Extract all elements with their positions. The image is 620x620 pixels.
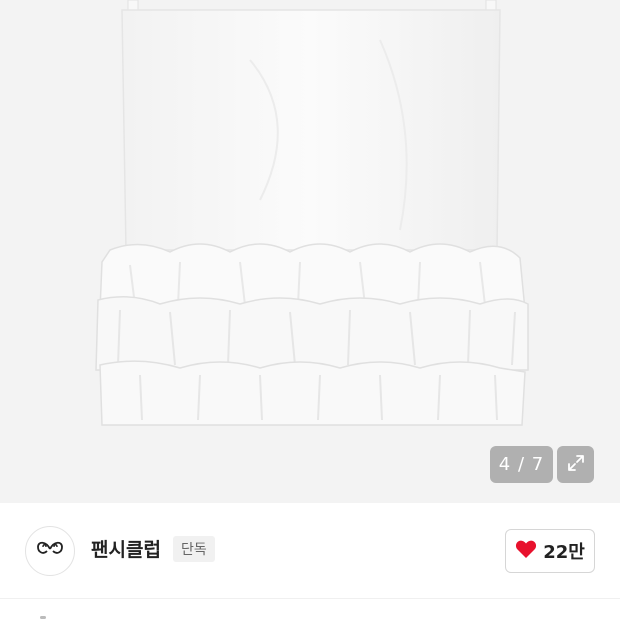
heart-icon bbox=[515, 539, 537, 563]
store-info-bar: 팬시클럽 단독 22만 bbox=[0, 503, 620, 598]
like-button[interactable]: 22만 bbox=[505, 529, 595, 573]
fullscreen-button[interactable] bbox=[557, 446, 594, 483]
store-logo[interactable] bbox=[25, 526, 75, 576]
like-count: 22만 bbox=[543, 542, 585, 563]
bow-logo-icon bbox=[35, 539, 65, 563]
next-section-marker bbox=[40, 616, 46, 619]
store-name[interactable]: 팬시클럽 bbox=[91, 535, 161, 562]
expand-icon bbox=[566, 453, 586, 477]
section-divider bbox=[0, 598, 620, 599]
product-image-gallery[interactable]: 4 / 7 bbox=[0, 0, 620, 503]
image-counter: 4 / 7 bbox=[490, 446, 553, 483]
product-image bbox=[95, 0, 529, 426]
exclusive-badge: 단독 bbox=[173, 536, 215, 562]
